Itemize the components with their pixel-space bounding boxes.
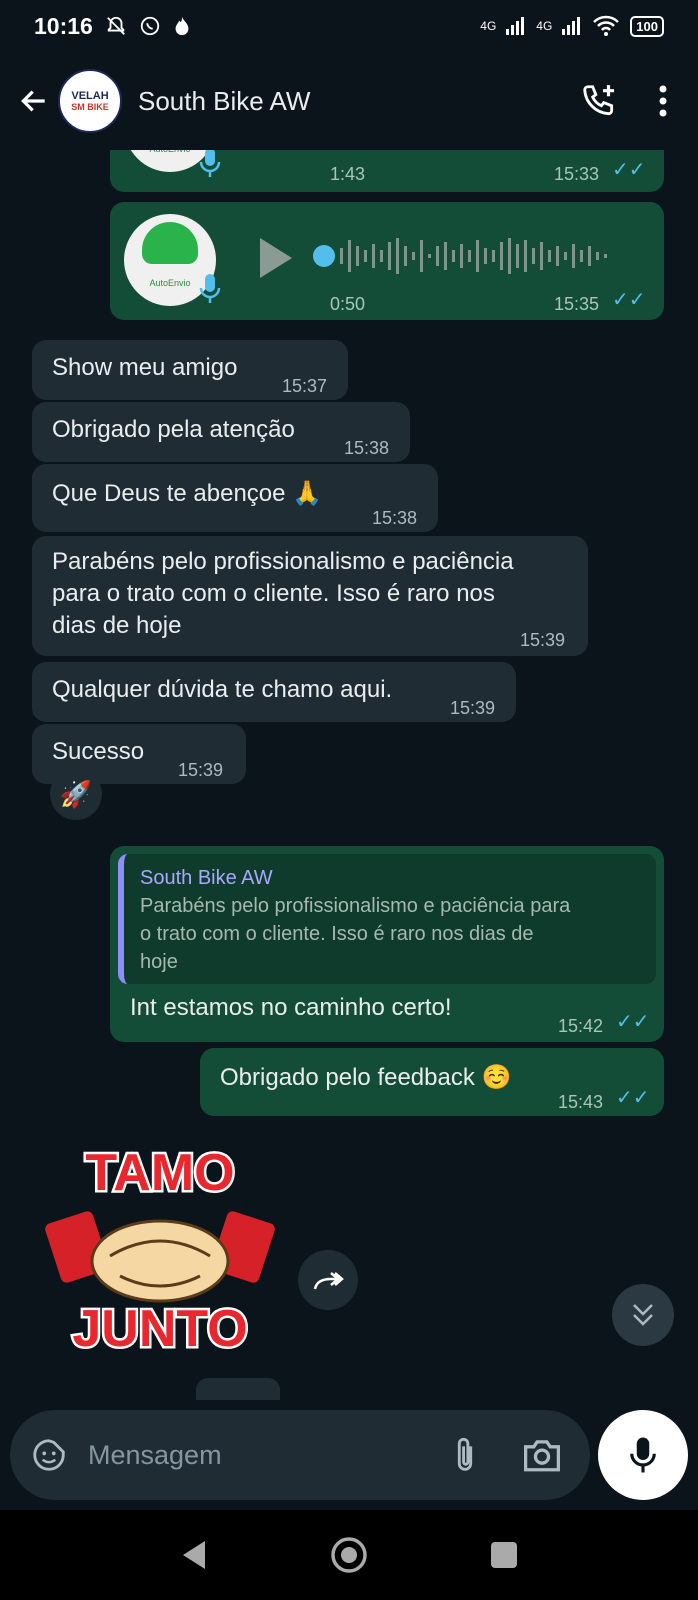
incoming-message[interactable]: Parabéns pelo profissionalismo e paciênc… xyxy=(32,536,588,656)
signal-4g-label: 4G xyxy=(480,19,497,33)
message-time: 15:43 xyxy=(558,1092,604,1112)
message-text: Int estamos no caminho certo! xyxy=(130,994,452,1021)
incoming-message[interactable]: Que Deus te abençoe 🙏 15:38 xyxy=(32,464,438,532)
message-time: 15:39 xyxy=(520,630,566,650)
chat-area[interactable]: AutoEnvio 1:43 15:33 ✓✓ AutoEnvio 0:50 1… xyxy=(0,150,698,1400)
status-bar: 10:16 4G 4G 100 xyxy=(0,0,698,52)
mute-bell-icon xyxy=(106,16,125,35)
read-ticks-icon: ✓✓ xyxy=(612,159,646,181)
message-text-line-1: Parabéns pelo profissionalismo e paciênc… xyxy=(52,548,514,575)
partial-time-badge xyxy=(196,1378,280,1400)
signal-bars-icon-2 xyxy=(562,17,581,35)
contact-name[interactable]: South Bike AW xyxy=(138,86,310,117)
incoming-message[interactable]: Qualquer dúvida te chamo aqui. 15:39 xyxy=(32,662,516,722)
whatsapp-icon xyxy=(140,16,159,36)
sticker-bottom-text: JUNTO xyxy=(72,1300,247,1358)
mic-icon xyxy=(199,150,221,177)
sticker-image[interactable]: TAMO JUNTO xyxy=(40,1136,280,1366)
camera-icon[interactable] xyxy=(522,1437,562,1473)
quoted-text-line-1: Parabéns pelo profissionalismo e paciênc… xyxy=(140,895,571,917)
flame-icon xyxy=(175,16,189,36)
voice-duration: 0:50 xyxy=(330,294,366,314)
message-time: 15:38 xyxy=(344,438,390,458)
message-text: Show meu amigo xyxy=(52,354,238,381)
message-text-line-2: para o trato com o cliente. Isso é raro … xyxy=(52,580,495,607)
handshake-sticker-icon: TAMO JUNTO xyxy=(45,1142,275,1361)
signal-bars-icon xyxy=(506,17,525,35)
reply-message[interactable]: South Bike AW Parabéns pelo profissional… xyxy=(110,846,664,1042)
forward-icon xyxy=(313,1272,344,1290)
read-ticks-icon: ✓✓ xyxy=(612,289,646,311)
message-text: Que Deus te abençoe 🙏 xyxy=(52,480,323,507)
message-time: 15:33 xyxy=(554,164,600,184)
message-time: 15:42 xyxy=(558,1016,604,1036)
quoted-sender: South Bike AW xyxy=(140,867,273,889)
rocket-icon: 🚀 xyxy=(59,778,93,809)
message-text: Qualquer dúvida te chamo aqui. xyxy=(52,676,393,703)
sticker-top-text: TAMO xyxy=(85,1144,234,1202)
wifi-icon xyxy=(593,15,620,36)
quoted-text-line-3: hoje xyxy=(140,951,178,973)
system-navigation-bar xyxy=(0,1510,698,1600)
message-time: 15:39 xyxy=(450,698,496,718)
read-ticks-icon: ✓✓ xyxy=(616,1087,650,1109)
microphone-icon xyxy=(630,1437,656,1473)
nav-home-icon[interactable] xyxy=(329,1535,369,1575)
nav-recents-icon[interactable] xyxy=(489,1540,519,1570)
sticker-emoji-icon[interactable] xyxy=(30,1436,68,1474)
scroll-to-bottom-button[interactable] xyxy=(612,1284,674,1346)
voice-message[interactable]: AutoEnvio 0:50 15:35 ✓✓ xyxy=(110,202,664,320)
message-text-line-3: dias de hoje xyxy=(52,612,182,639)
back-button[interactable] xyxy=(16,83,52,119)
voice-message[interactable]: AutoEnvio 1:43 15:33 ✓✓ xyxy=(110,150,664,192)
chat-header: VELAH SM BIKE South Bike AW xyxy=(0,52,698,150)
message-text: Obrigado pela atenção xyxy=(52,416,295,443)
message-input[interactable]: Mensagem xyxy=(88,1440,222,1471)
signal-4g-label-2: 4G xyxy=(536,19,553,33)
message-time: 15:35 xyxy=(554,294,600,314)
incoming-message[interactable]: Obrigado pela atenção 15:38 xyxy=(32,402,410,462)
message-time: 15:38 xyxy=(372,508,418,528)
waveform-icon[interactable] xyxy=(310,226,620,286)
mic-icon xyxy=(199,274,221,303)
attach-icon[interactable] xyxy=(452,1435,478,1475)
arrow-left-icon xyxy=(21,90,45,112)
more-options-icon[interactable] xyxy=(658,84,668,118)
nav-back-icon[interactable] xyxy=(179,1539,209,1571)
voice-record-button[interactable] xyxy=(598,1410,688,1500)
message-time: 15:39 xyxy=(178,760,224,780)
outgoing-message[interactable]: Obrigado pelo feedback ☺️ 15:43 ✓✓ xyxy=(200,1048,664,1116)
add-call-icon[interactable] xyxy=(580,82,618,120)
play-icon[interactable] xyxy=(258,236,294,280)
contact-avatar[interactable]: VELAH SM BIKE xyxy=(58,69,122,133)
voice-duration: 1:43 xyxy=(330,164,366,184)
double-chevron-down-icon xyxy=(633,1304,653,1326)
message-composer: Mensagem xyxy=(10,1410,590,1500)
incoming-message[interactable]: Show meu amigo 15:37 xyxy=(32,340,348,400)
forward-button[interactable] xyxy=(298,1250,358,1310)
message-text: Sucesso xyxy=(52,738,145,765)
message-time: 15:37 xyxy=(282,376,328,396)
battery-indicator: 100 xyxy=(630,15,664,37)
read-ticks-icon: ✓✓ xyxy=(616,1011,650,1033)
message-text: Obrigado pelo feedback ☺️ xyxy=(220,1064,512,1091)
quoted-message[interactable]: South Bike AW Parabéns pelo profissional… xyxy=(118,854,656,984)
quoted-text-line-2: o trato com o cliente. Isso é raro nos d… xyxy=(140,923,534,945)
status-time: 10:16 xyxy=(34,12,93,39)
reaction-badge[interactable]: 🚀 xyxy=(50,768,102,820)
